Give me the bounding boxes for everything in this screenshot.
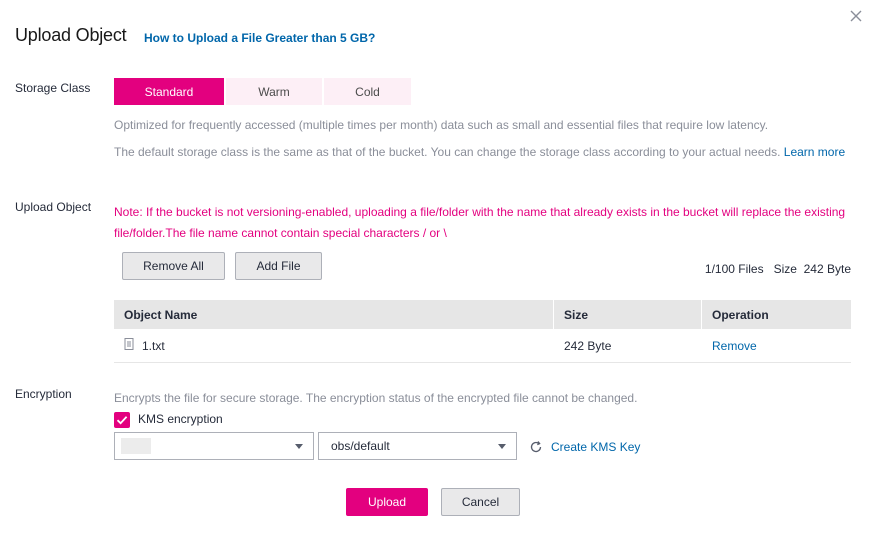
learn-more-link[interactable]: Learn more xyxy=(784,145,845,159)
encryption-label: Encryption xyxy=(15,387,72,401)
dialog-title: Upload Object xyxy=(15,25,127,45)
storage-class-description: Optimized for frequently accessed (multi… xyxy=(114,118,769,132)
check-icon xyxy=(116,416,128,425)
cell-size: 242 Byte xyxy=(564,338,612,353)
column-object-name: Object Name xyxy=(114,300,554,329)
cell-operation: Remove xyxy=(702,329,851,362)
add-file-button[interactable]: Add File xyxy=(235,252,322,280)
remove-file-link[interactable]: Remove xyxy=(712,339,757,353)
kms-key-select-value: obs/default xyxy=(331,439,390,453)
column-operation: Operation xyxy=(712,307,769,322)
versioning-note: Note: If the bucket is not versioning-en… xyxy=(114,205,846,240)
table-row: 1.txt 242 Byte Remove xyxy=(114,329,851,363)
encryption-description: Encrypts the file for secure storage. Th… xyxy=(114,391,638,405)
file-table: Object Name Size Operation 1.txt 242 Byt… xyxy=(114,300,851,363)
upload-object-label: Upload Object xyxy=(15,200,92,214)
files-count-size: 1/100 Files Size 242 Byte xyxy=(704,262,851,276)
cell-object-name: 1.txt xyxy=(114,329,554,362)
file-icon xyxy=(124,338,134,353)
table-header: Object Name Size Operation xyxy=(114,300,851,329)
chevron-down-icon xyxy=(295,444,303,449)
cancel-button[interactable]: Cancel xyxy=(441,488,520,516)
storage-class-standard[interactable]: Standard xyxy=(114,78,224,105)
upload-button[interactable]: Upload xyxy=(346,488,428,516)
remove-all-button[interactable]: Remove All xyxy=(122,252,225,280)
upload-object-dialog: Upload Object How to Upload a File Great… xyxy=(0,0,874,535)
kms-encryption-checkbox[interactable] xyxy=(114,412,130,428)
storage-class-label: Storage Class xyxy=(15,81,91,95)
project-select-value xyxy=(121,438,151,454)
kms-key-select[interactable]: obs/default xyxy=(318,432,517,460)
create-kms-key-link[interactable]: Create KMS Key xyxy=(551,440,640,454)
default-note-text: The default storage class is the same as… xyxy=(114,145,781,159)
project-select[interactable] xyxy=(114,432,314,460)
chevron-down-icon xyxy=(498,444,506,449)
refresh-icon[interactable] xyxy=(529,440,543,454)
help-link-large-file[interactable]: How to Upload a File Greater than 5 GB? xyxy=(144,31,375,45)
storage-class-default-note: The default storage class is the same as… xyxy=(114,144,854,161)
close-icon[interactable] xyxy=(848,8,864,24)
storage-class-warm[interactable]: Warm xyxy=(226,78,322,105)
kms-encryption-label: KMS encryption xyxy=(138,412,223,426)
file-name: 1.txt xyxy=(142,338,165,353)
column-size: Size xyxy=(554,300,702,329)
storage-class-cold[interactable]: Cold xyxy=(324,78,411,105)
